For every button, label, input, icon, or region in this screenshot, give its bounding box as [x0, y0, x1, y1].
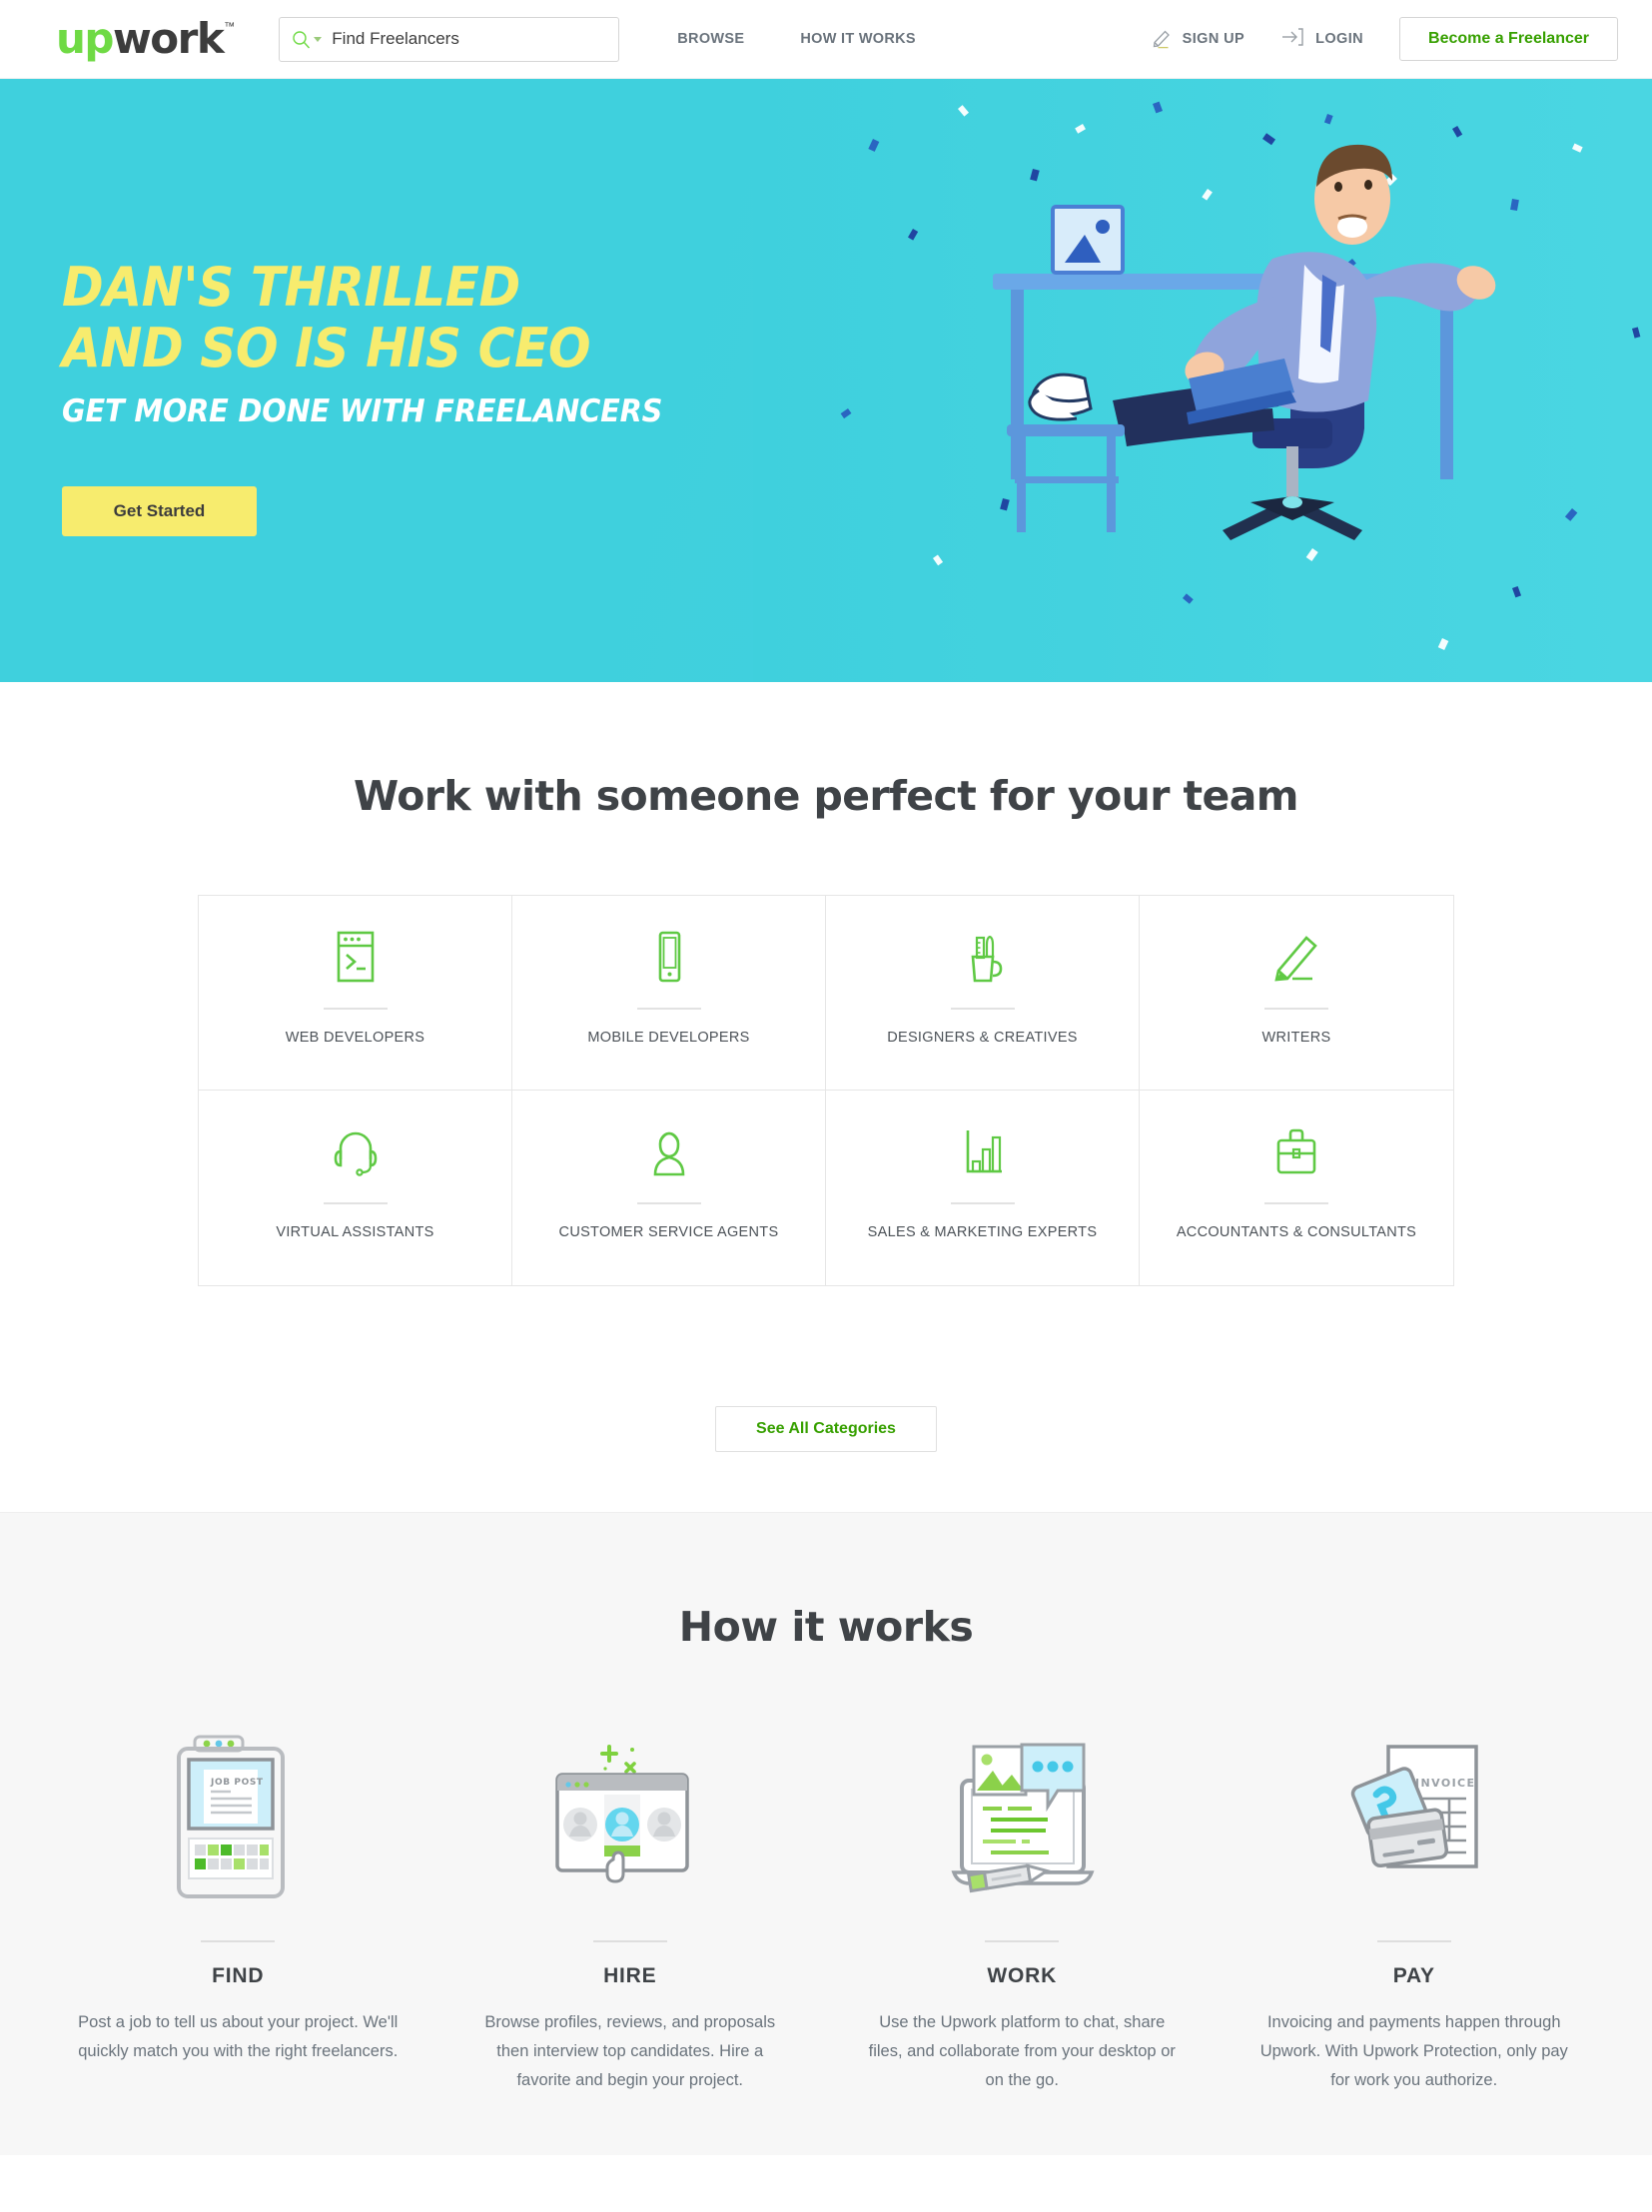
- bar-chart-icon: [955, 1122, 1011, 1180]
- sign-up-label: SIGN UP: [1182, 31, 1245, 47]
- site-header: up work ™ Find Freelancers BROWSE HOW IT…: [0, 0, 1652, 79]
- category-web-developers[interactable]: WEB DEVELOPERS: [199, 896, 512, 1091]
- logo-work-text: work: [112, 14, 225, 63]
- pencil-cup-icon: [957, 928, 1009, 986]
- how-it-works-section: How it works JOB POST FIND Post a job to…: [0, 1512, 1652, 2155]
- hero-headline-line1: DAN'S THRILLED: [62, 256, 520, 319]
- divider: [1264, 1202, 1328, 1204]
- category-designers-creatives[interactable]: DESIGNERS & CREATIVES: [826, 896, 1140, 1091]
- become-a-freelancer-button[interactable]: Become a Freelancer: [1399, 17, 1618, 61]
- category-customer-service-agents[interactable]: CUSTOMER SERVICE AGENTS: [512, 1091, 826, 1285]
- divider: [636, 1008, 701, 1010]
- job-post-clipboard-illustration: JOB POST: [171, 1729, 306, 1918]
- categories-section: Work with someone perfect for your team …: [0, 682, 1652, 1512]
- divider: [985, 1940, 1060, 1942]
- divider: [201, 1940, 276, 1942]
- how-it-works-grid: JOB POST FIND Post a job to tell us abou…: [42, 1729, 1610, 2095]
- divider: [323, 1008, 388, 1010]
- categories-title: Work with someone perfect for your team: [354, 772, 1298, 820]
- step-description: Browse profiles, reviews, and proposals …: [484, 2013, 776, 2089]
- step-description: Post a job to tell us about your project…: [78, 2013, 399, 2060]
- how-it-works-step-pay: INVOICE $: [1219, 1729, 1611, 2095]
- primary-nav: BROWSE HOW IT WORKS: [649, 31, 944, 47]
- category-label: WRITERS: [1261, 1030, 1331, 1046]
- how-it-works-step-work: WORK Use the Upwork platform to chat, sh…: [826, 1729, 1219, 2095]
- laptop-chat-illustration: [936, 1729, 1108, 1918]
- category-label: MOBILE DEVELOPERS: [587, 1030, 750, 1046]
- headset-icon: [328, 1122, 384, 1180]
- step-description: Invoicing and payments happen through Up…: [1259, 2013, 1568, 2089]
- mobile-phone-icon: [643, 928, 695, 986]
- category-label: ACCOUNTANTS & CONSULTANTS: [1176, 1224, 1417, 1240]
- briefcase-icon: [1268, 1122, 1324, 1180]
- search-input-value: Find Freelancers: [332, 29, 459, 48]
- how-it-works-title: How it works: [678, 1603, 974, 1651]
- category-writers[interactable]: WRITERS: [1140, 896, 1453, 1091]
- how-it-works-step-find: JOB POST FIND Post a job to tell us abou…: [42, 1729, 434, 2095]
- divider: [323, 1202, 388, 1204]
- get-started-button[interactable]: Get Started: [62, 486, 257, 536]
- hero-banner: DAN'S THRILLED AND SO IS HIS CEO GET MOR…: [0, 79, 1652, 682]
- logo-trademark: ™: [224, 21, 236, 33]
- category-label: WEB DEVELOPERS: [285, 1030, 425, 1046]
- category-label: VIRTUAL ASSISTANTS: [276, 1224, 434, 1240]
- hero-subheadline: GET MORE DONE WITH FREELANCERS: [62, 393, 663, 429]
- terminal-window-icon: [330, 928, 382, 986]
- category-label: DESIGNERS & CREATIVES: [887, 1030, 1078, 1046]
- category-virtual-assistants[interactable]: VIRTUAL ASSISTANTS: [199, 1091, 512, 1285]
- search-icon: [292, 30, 311, 49]
- logo-up-text: up: [56, 14, 114, 63]
- login-arrow-icon: [1280, 25, 1306, 54]
- step-title: HIRE: [603, 1964, 657, 1987]
- svg-text:INVOICE: INVOICE: [1415, 1777, 1475, 1790]
- upwork-logo[interactable]: up work ™: [56, 14, 236, 63]
- category-sales-marketing-experts[interactable]: SALES & MARKETING EXPERTS: [826, 1091, 1140, 1285]
- svg-text:JOB POST: JOB POST: [210, 1778, 264, 1788]
- login-button[interactable]: LOGIN: [1280, 25, 1363, 54]
- divider: [1264, 1008, 1328, 1010]
- step-title: WORK: [987, 1964, 1058, 1987]
- hero-headline-line2: AND SO IS HIS CEO: [62, 317, 591, 379]
- step-description: Use the Upwork platform to chat, share f…: [868, 2013, 1176, 2089]
- divider: [1376, 1940, 1451, 1942]
- step-title: PAY: [1392, 1964, 1435, 1987]
- sign-up-button[interactable]: SIGN UP: [1150, 25, 1244, 54]
- search-input[interactable]: Find Freelancers: [279, 16, 620, 62]
- divider: [592, 1940, 667, 1942]
- browser-profiles-illustration: [547, 1729, 712, 1918]
- see-all-categories-button[interactable]: See All Categories: [715, 1406, 937, 1452]
- nav-item-browse[interactable]: BROWSE: [649, 31, 772, 47]
- login-label: LOGIN: [1315, 31, 1364, 47]
- pencil-icon: [1268, 928, 1324, 986]
- pencil-icon: [1150, 25, 1174, 54]
- become-a-freelancer-label: Become a Freelancer: [1428, 30, 1589, 47]
- nav-item-how-it-works[interactable]: HOW IT WORKS: [772, 31, 944, 47]
- header-actions: SIGN UP LOGIN Become a Freelancer: [1150, 17, 1618, 61]
- hero-content: DAN'S THRILLED AND SO IS HIS CEO GET MOR…: [0, 79, 1652, 536]
- category-label: CUSTOMER SERVICE AGENTS: [558, 1224, 779, 1240]
- category-label: SALES & MARKETING EXPERTS: [867, 1224, 1098, 1240]
- how-it-works-step-hire: HIRE Browse profiles, reviews, and propo…: [434, 1729, 827, 2095]
- category-accountants-consultants[interactable]: ACCOUNTANTS & CONSULTANTS: [1140, 1091, 1453, 1285]
- chevron-down-icon[interactable]: [314, 36, 323, 42]
- divider: [950, 1202, 1015, 1204]
- invoice-credit-card-illustration: INVOICE $: [1336, 1729, 1491, 1918]
- step-title: FIND: [212, 1964, 265, 1987]
- divider: [636, 1202, 701, 1204]
- divider: [950, 1008, 1015, 1010]
- person-icon: [641, 1122, 697, 1180]
- see-all-categories-wrap: See All Categories: [0, 1406, 1652, 1452]
- categories-grid: WEB DEVELOPERS MOBILE DEVELOPERS DESIGNE…: [198, 895, 1454, 1286]
- category-mobile-developers[interactable]: MOBILE DEVELOPERS: [512, 896, 826, 1091]
